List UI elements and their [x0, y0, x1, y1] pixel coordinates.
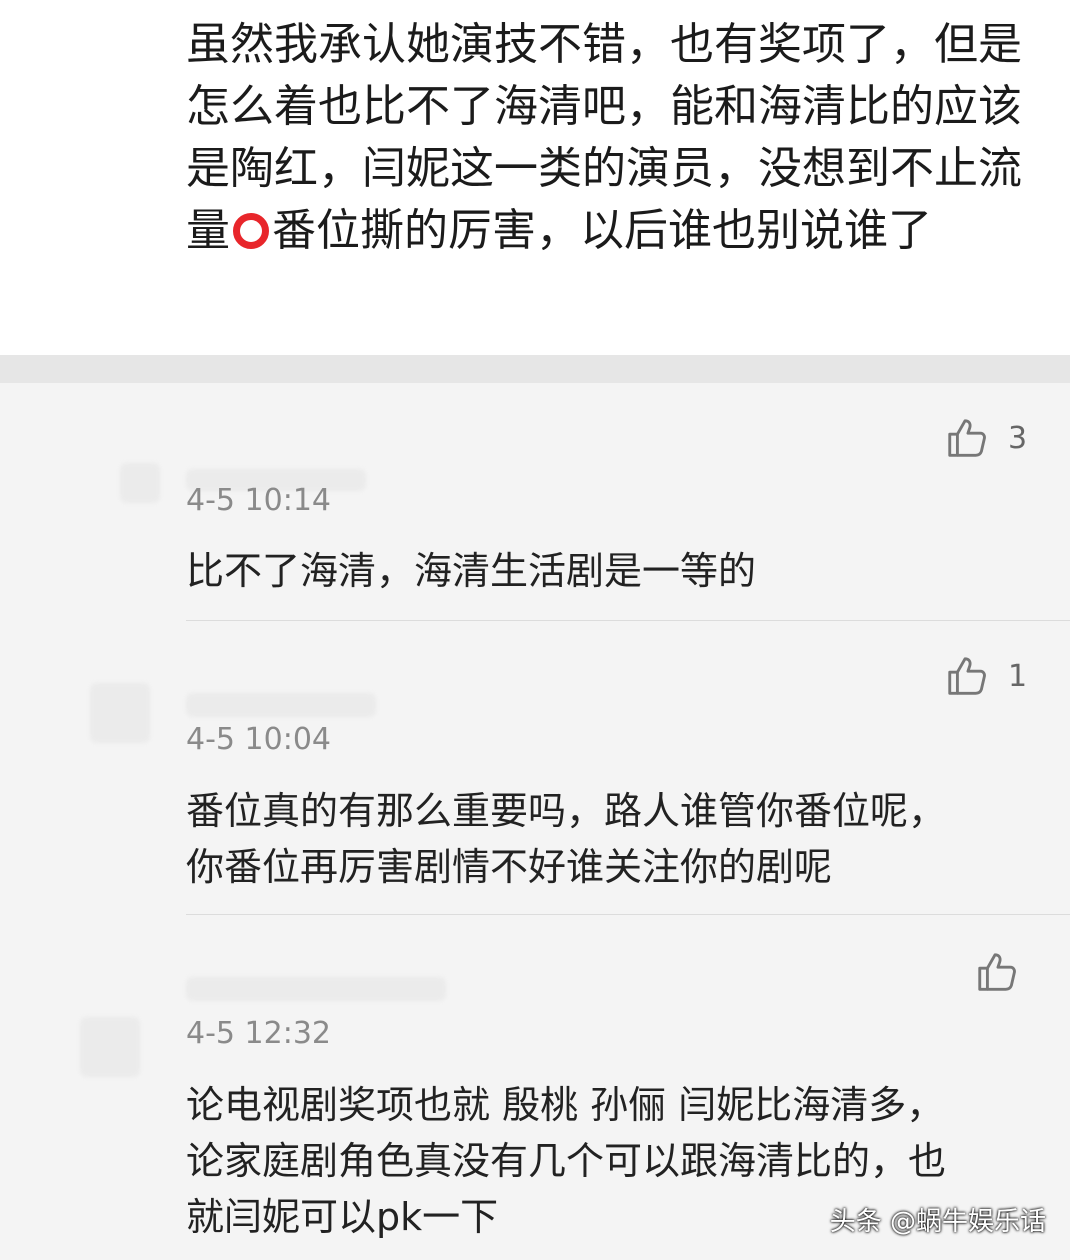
comment-divider [186, 914, 1070, 915]
section-divider [0, 355, 1070, 383]
like-button[interactable]: 3 [944, 415, 1027, 461]
like-count: 1 [1008, 658, 1028, 694]
comment-time: 4-5 10:04 [186, 722, 331, 757]
like-button[interactable] [974, 949, 1038, 995]
watermark: 头条 @蜗牛娱乐话 [829, 1207, 1046, 1237]
comment-text: 番位真的有那么重要吗，路人谁管你番位呢， 你番位再厉害剧情不好谁关注你的剧呢 [186, 789, 947, 889]
username [186, 977, 446, 1001]
comment-text: 比不了海清，海清生活剧是一等的 [186, 549, 757, 593]
post-text-part-2: 番位撕的厉害，以后谁也别说谁了 [272, 205, 932, 256]
username [186, 693, 376, 717]
red-circle-icon [233, 213, 269, 249]
thumbs-up-icon [978, 953, 1016, 991]
comment-time: 4-5 12:32 [186, 1016, 331, 1051]
thumbs-up-icon [948, 419, 986, 457]
like-count: 3 [1008, 420, 1028, 456]
like-button[interactable]: 1 [944, 653, 1027, 699]
avatar [120, 463, 160, 503]
comment-divider [186, 620, 1070, 621]
comment-time: 4-5 10:14 [186, 483, 331, 518]
thumbs-up-icon [948, 657, 986, 695]
avatar [90, 683, 150, 743]
comment-list: 3 4-5 10:14 比不了海清，海清生活剧是一等的 1 4-5 10:04 … [0, 383, 1070, 1260]
avatar [80, 1017, 140, 1077]
post-text: 虽然我承认她演技不错，也有奖项了，但是怎么着也比不了海清吧，能和海清比的应该是陶… [186, 14, 1046, 262]
post-card: 虽然我承认她演技不错，也有奖项了，但是怎么着也比不了海清吧，能和海清比的应该是陶… [0, 0, 1070, 355]
